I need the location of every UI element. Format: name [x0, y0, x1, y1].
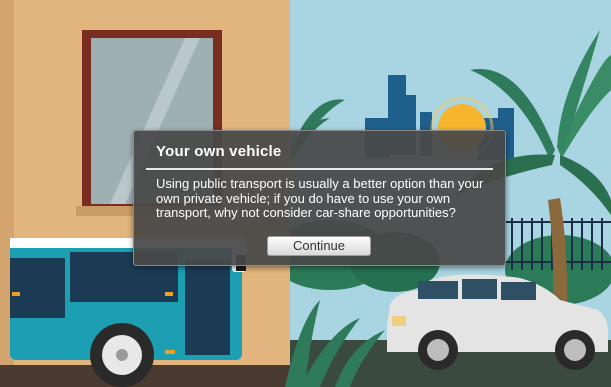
info-dialog: Your own vehicle Using public transport … — [133, 130, 506, 266]
dialog-title: Your own vehicle — [156, 143, 282, 160]
continue-button[interactable]: Continue — [267, 236, 371, 256]
dialog-message: Using public transport is usually a bett… — [156, 176, 484, 220]
dialog-divider — [146, 168, 493, 170]
